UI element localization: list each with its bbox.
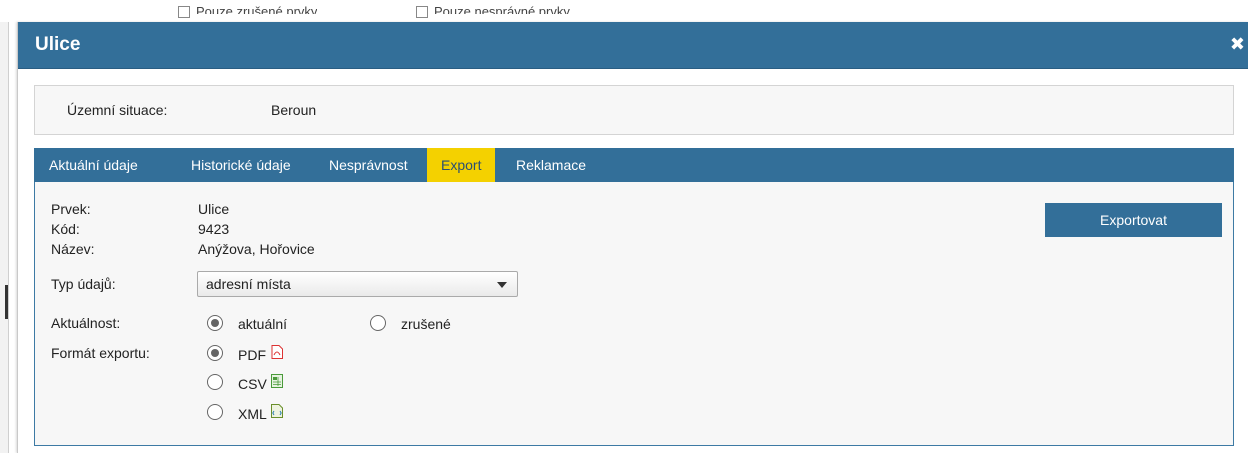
typ-udaju-label: Typ údajů: bbox=[51, 276, 116, 292]
xml-file-icon bbox=[271, 404, 283, 418]
nazev-value: Anýžova, Hořovice bbox=[198, 241, 315, 257]
aktualnost-label: Aktuálnost: bbox=[51, 315, 121, 331]
background-checkbox bbox=[178, 6, 190, 18]
background-page bbox=[0, 22, 9, 453]
background-mark bbox=[5, 285, 8, 319]
dialog-title: Ulice bbox=[35, 34, 81, 55]
nazev-label: Název: bbox=[51, 241, 95, 257]
zrusene-label: zrušené bbox=[401, 316, 451, 332]
typ-udaju-select[interactable]: adresní místa bbox=[197, 271, 518, 297]
background-checkbox bbox=[416, 6, 428, 18]
aktualni-radio[interactable] bbox=[207, 315, 223, 331]
zrusene-radio[interactable] bbox=[370, 315, 386, 331]
chevron-down-icon bbox=[497, 282, 507, 288]
situation-value: Beroun bbox=[271, 102, 317, 118]
export-panel: Prvek: Ulice Kód: 9423 Název: Anýžova, H… bbox=[34, 182, 1234, 446]
prvek-value: Ulice bbox=[198, 201, 230, 217]
close-icon[interactable]: ✖ bbox=[1230, 34, 1245, 55]
kod-label: Kód: bbox=[51, 221, 80, 237]
territorial-situation-panel: Územní situace: Beroun bbox=[34, 85, 1234, 135]
situation-label: Územní situace: bbox=[67, 102, 168, 118]
pdf-file-icon bbox=[271, 345, 283, 359]
prvek-label: Prvek: bbox=[51, 201, 91, 217]
background-text: Pouze zrušené prvky bbox=[196, 4, 318, 14]
tab-reklamace[interactable]: Reklamace bbox=[501, 148, 601, 182]
tab-bar: Aktuální údaje Historické údaje Nesprávn… bbox=[34, 148, 1234, 182]
csv-label: CSV bbox=[238, 376, 267, 392]
xml-radio[interactable] bbox=[207, 404, 223, 420]
csv-radio[interactable] bbox=[207, 374, 223, 390]
background-toolbar: Pouze zrušené prvky Pouze nesprávné prvk… bbox=[0, 0, 1248, 22]
export-button[interactable]: Exportovat bbox=[1045, 203, 1222, 237]
tab-aktualni-udaje[interactable]: Aktuální údaje bbox=[34, 148, 153, 182]
kod-value: 9423 bbox=[198, 221, 230, 237]
csv-file-icon bbox=[271, 374, 283, 388]
format-exportu-label: Formát exportu: bbox=[51, 345, 150, 361]
tab-historicke-udaje[interactable]: Historické údaje bbox=[177, 148, 305, 182]
aktualni-label: aktuální bbox=[238, 316, 288, 332]
pdf-radio[interactable] bbox=[207, 345, 223, 361]
ulice-dialog: Ulice ✖ Územní situace: Beroun Aktuální … bbox=[17, 22, 1248, 453]
tab-export[interactable]: Export bbox=[427, 148, 496, 182]
dialog-titlebar: Ulice ✖ bbox=[18, 22, 1248, 69]
background-text: Pouze nesprávné prvky bbox=[434, 4, 570, 14]
xml-label: XML bbox=[238, 406, 267, 422]
pdf-label: PDF bbox=[238, 347, 266, 363]
typ-udaju-value: adresní místa bbox=[206, 276, 291, 292]
tab-nespravnost[interactable]: Nesprávnost bbox=[315, 148, 422, 182]
